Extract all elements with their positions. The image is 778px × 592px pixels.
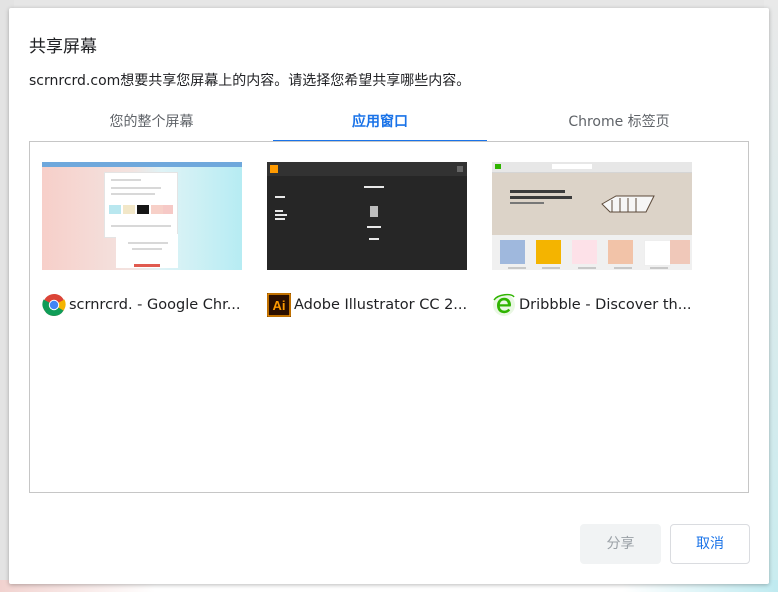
window-item-label-row: Dribbble - Discover th... [492, 292, 697, 318]
window-thumbnail [492, 162, 692, 270]
dialog-subtitle: scrnrcrd.com想要共享您屏幕上的内容。请选择您希望共享哪些内容。 [29, 73, 471, 89]
window-item-dribbble[interactable]: Dribbble - Discover th... [492, 162, 697, 316]
chrome-icon [42, 293, 66, 317]
window-item-chrome[interactable]: scrnrcrd. - Google Chr... [42, 162, 247, 317]
window-title: Adobe Illustrator CC 2... [294, 297, 468, 313]
tab-label: 您的整个屏幕 [109, 114, 194, 130]
window-list-panel: scrnrcrd. - Google Chr... Ai Adobe Illus… [29, 141, 749, 493]
share-screen-dialog: 共享屏幕 scrnrcrd.com想要共享您屏幕上的内容。请选择您希望共享哪些内… [9, 8, 769, 584]
ie-icon [492, 293, 516, 317]
tab-label: Chrome 标签页 [568, 114, 670, 130]
window-title: Dribbble - Discover th... [519, 297, 692, 313]
tab-application-window[interactable]: 应用窗口 [273, 112, 487, 143]
window-item-label-row: scrnrcrd. - Google Chr... [42, 292, 247, 318]
cancel-button[interactable]: 取消 [670, 524, 750, 564]
illustrator-icon: Ai [267, 293, 291, 317]
dialog-title: 共享屏幕 [29, 37, 97, 57]
window-item-label-row: Ai Adobe Illustrator CC 2... [267, 292, 472, 318]
window-title: scrnrcrd. - Google Chr... [69, 297, 241, 313]
tab-label: 应用窗口 [352, 114, 408, 130]
tab-entire-screen[interactable]: 您的整个屏幕 [49, 112, 254, 142]
window-thumbnail [267, 162, 467, 270]
window-thumbnail [42, 162, 242, 270]
window-item-illustrator[interactable]: Ai Adobe Illustrator CC 2... [267, 162, 472, 317]
illustrator-icon-text: Ai [273, 298, 286, 313]
share-button[interactable]: 分享 [580, 524, 661, 564]
tab-chrome-tab[interactable]: Chrome 标签页 [504, 112, 734, 142]
